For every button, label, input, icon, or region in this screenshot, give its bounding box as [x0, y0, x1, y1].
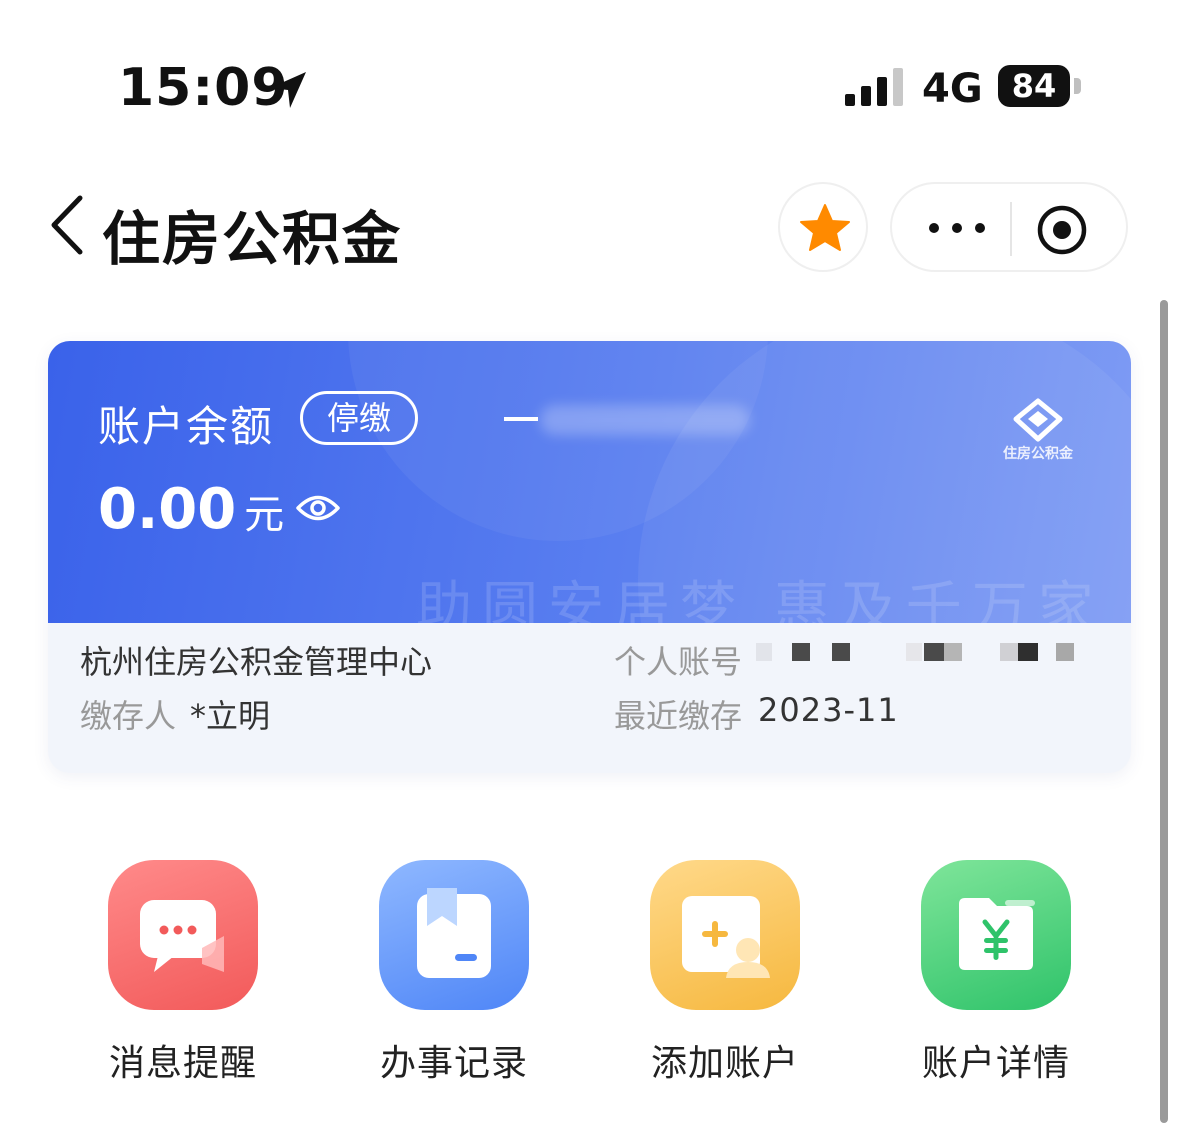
blurred-text	[500, 401, 752, 437]
status-time: 15:09	[118, 58, 289, 118]
mask-block	[792, 643, 810, 661]
battery-tip	[1074, 78, 1081, 94]
account-detail-icon	[921, 860, 1071, 1010]
center-name: 杭州住房公积金管理中心	[80, 643, 433, 681]
action-account-details[interactable]: 账户详情	[908, 858, 1098, 1088]
mask-block	[756, 643, 772, 661]
close-target-icon[interactable]	[1036, 204, 1088, 256]
mask-block	[832, 643, 850, 661]
housing-fund-logo: 住房公积金	[988, 397, 1088, 469]
account-card-info: 杭州住房公积金管理中心 缴存人 *立明 个人账号 最近缴存 2023-11	[48, 623, 1131, 773]
action-label: 添加账户	[650, 1043, 799, 1084]
status-bar: 15:09 4G 84	[0, 0, 1179, 150]
action-label: 账户详情	[921, 1043, 1070, 1084]
add-account-icon	[650, 860, 800, 1010]
action-label: 办事记录	[379, 1043, 528, 1084]
payer-name: *立明	[190, 697, 271, 735]
signal-icon	[845, 68, 903, 106]
payer-label: 缴存人	[80, 697, 177, 735]
action-add-account[interactable]: 添加账户	[637, 858, 827, 1088]
recent-payment-date: 2023-11	[758, 691, 899, 729]
logo-text: 住房公积金	[1003, 446, 1073, 462]
mask-block	[906, 643, 922, 661]
capsule-divider	[1010, 202, 1012, 256]
logo-icon	[1013, 398, 1063, 442]
location-arrow-icon	[270, 72, 306, 108]
account-card[interactable]: 助圆安居梦 惠及千万家 账户余额 停缴 0.00 元 住房公积金 杭州住房公积金管…	[48, 341, 1131, 773]
account-card-header: 助圆安居梦 惠及千万家 账户余额 停缴 0.00 元 住房公积金	[48, 341, 1131, 623]
quick-actions: 消息提醒 办事记录 添加账户 账户详情	[0, 858, 1179, 1098]
star-icon	[800, 204, 850, 251]
status-badge: 停缴	[300, 391, 418, 445]
action-label: 消息提醒	[108, 1043, 257, 1084]
balance-unit: 元	[244, 492, 285, 538]
mask-block	[924, 643, 944, 661]
mask-block	[1000, 643, 1018, 661]
blur-fog	[540, 405, 750, 435]
balance-amount: 0.00 元	[98, 477, 284, 542]
blur-dash	[504, 417, 538, 421]
record-icon	[379, 860, 529, 1010]
eye-icon[interactable]	[296, 491, 340, 525]
action-message-reminder[interactable]: 消息提醒	[95, 858, 285, 1088]
battery-level: 84	[998, 65, 1070, 107]
mini-program-capsule	[890, 182, 1128, 272]
page-title: 住房公积金	[102, 205, 403, 273]
favorite-button[interactable]	[778, 182, 868, 272]
card-slogan: 助圆安居梦 惠及千万家	[416, 576, 1104, 623]
back-chevron-icon[interactable]	[44, 192, 90, 258]
balance-label: 账户余额	[98, 402, 275, 451]
action-service-records[interactable]: 办事记录	[366, 858, 556, 1088]
mask-block	[1056, 643, 1074, 661]
recent-payment-label: 最近缴存	[614, 697, 743, 735]
mask-block	[1018, 643, 1038, 661]
more-icon[interactable]	[922, 210, 992, 246]
balance-value: 0.00	[98, 477, 237, 542]
account-number-masked	[754, 643, 1084, 673]
network-type: 4G	[922, 66, 983, 112]
account-number-label: 个人账号	[614, 643, 743, 681]
message-icon	[108, 860, 258, 1010]
mask-block	[944, 643, 962, 661]
